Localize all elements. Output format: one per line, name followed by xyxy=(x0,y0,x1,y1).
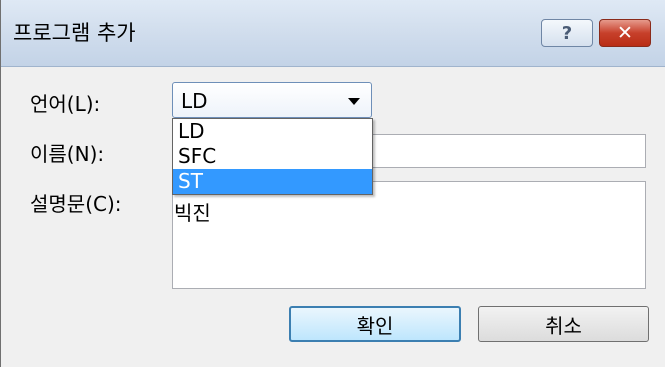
description-field[interactable]: 빅진 xyxy=(172,181,646,289)
close-icon: ✕ xyxy=(617,22,633,44)
name-label: 이름(N): xyxy=(30,142,105,166)
ok-button[interactable]: 확인 xyxy=(289,306,461,342)
close-button[interactable]: ✕ xyxy=(599,19,651,47)
description-label: 설명문(C): xyxy=(30,192,122,216)
ok-button-label: 확인 xyxy=(356,313,394,338)
description-field-value: 빅진 xyxy=(174,201,211,225)
dropdown-option-sfc[interactable]: SFC xyxy=(173,144,372,169)
language-label: 언어(L): xyxy=(30,92,101,116)
cancel-button-label: 취소 xyxy=(545,313,582,338)
cancel-button[interactable]: 취소 xyxy=(478,306,649,342)
dropdown-option-ld[interactable]: LD xyxy=(173,119,372,144)
title-bar[interactable]: 프로그램 추가 ? ✕ xyxy=(1,0,665,67)
help-icon: ? xyxy=(561,22,573,44)
language-select[interactable]: LD xyxy=(172,82,372,118)
dialog-title: 프로그램 추가 xyxy=(13,21,136,45)
dialog-window: 프로그램 추가 ? ✕ 언어(L): LD 이름(N): 설명문(C): 빅진 … xyxy=(0,0,665,367)
chevron-down-icon[interactable] xyxy=(348,98,360,105)
dropdown-option-st[interactable]: ST xyxy=(173,169,372,194)
language-dropdown-list[interactable]: LD SFC ST xyxy=(172,118,373,195)
language-select-value: LD xyxy=(181,89,208,113)
help-button[interactable]: ? xyxy=(541,19,593,47)
